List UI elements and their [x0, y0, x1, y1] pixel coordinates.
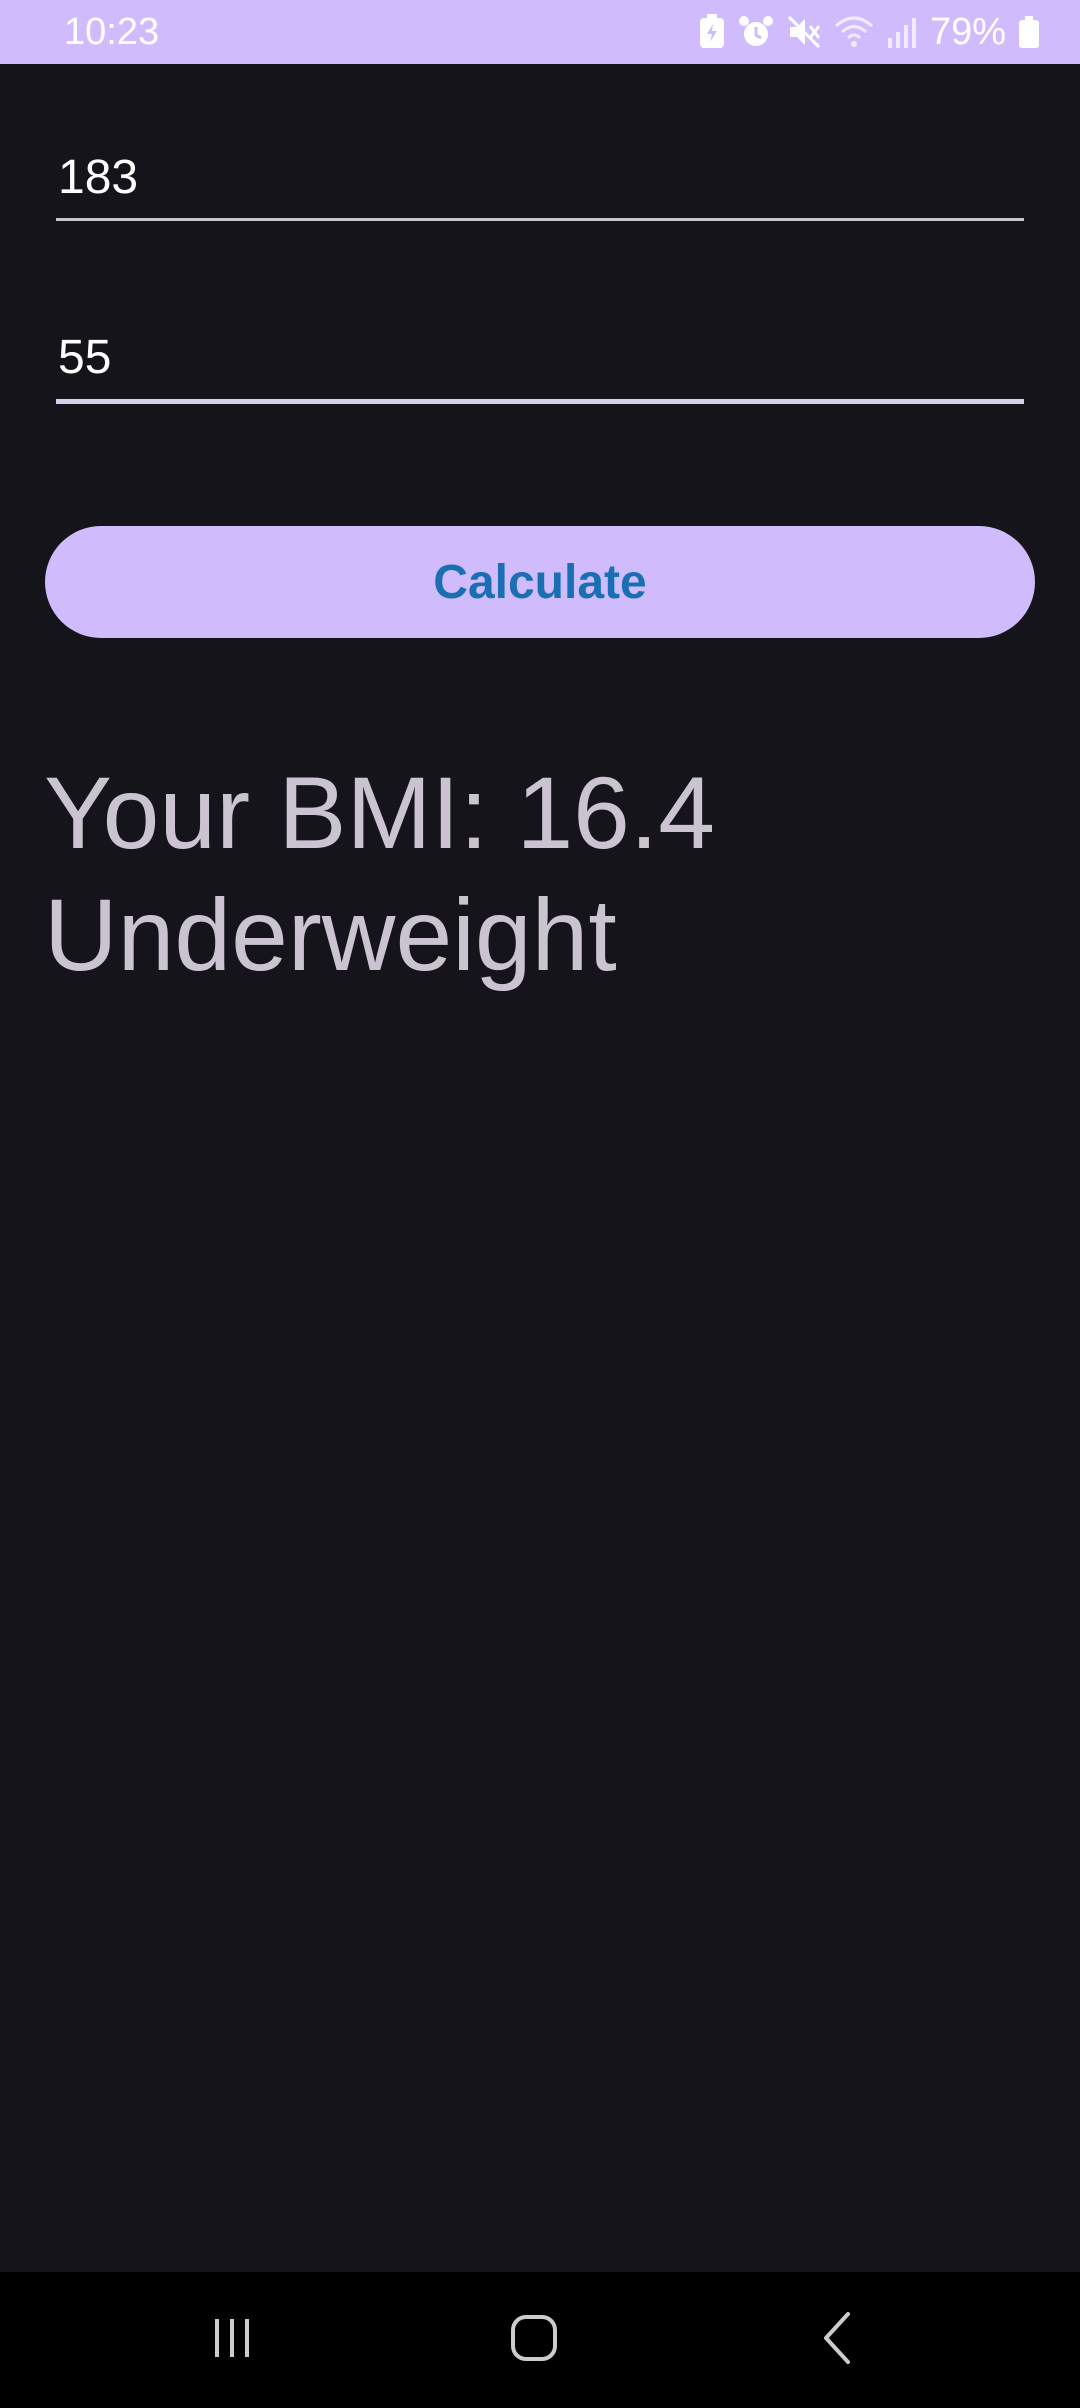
calculate-button[interactable]: Calculate — [45, 526, 1035, 638]
bmi-category-text: Underweight — [44, 878, 617, 992]
height-field[interactable]: 183 — [56, 140, 1024, 230]
weight-field-underline — [56, 399, 1024, 404]
alarm-icon — [738, 14, 774, 50]
weight-input-value[interactable]: 55 — [58, 330, 111, 386]
battery-icon — [1018, 14, 1040, 50]
recent-apps-icon — [207, 2313, 257, 2368]
status-bar: 10:23 79% — [0, 0, 1080, 64]
back-icon — [818, 2310, 858, 2371]
mute-icon — [786, 14, 822, 50]
battery-saver-icon — [698, 14, 726, 50]
bmi-value-text: Your BMI: 16.4 — [44, 756, 715, 870]
home-button[interactable] — [454, 2272, 614, 2408]
back-button[interactable] — [758, 2272, 918, 2408]
wifi-icon — [834, 14, 874, 50]
height-field-underline — [56, 218, 1024, 221]
status-time: 10:23 — [64, 11, 160, 53]
status-icons: 79% — [698, 8, 1040, 56]
recent-apps-button[interactable] — [152, 2272, 312, 2408]
battery-percent: 79% — [929, 11, 1006, 53]
signal-icon — [886, 14, 918, 50]
navigation-bar — [0, 2272, 1080, 2408]
screen: 10:23 79% 183 55 Calculate Your BMI: 16.… — [0, 0, 1080, 2408]
weight-field[interactable]: 55 — [56, 320, 1024, 410]
home-icon — [508, 2312, 560, 2369]
bmi-result: Your BMI: 16.4 Underweight — [44, 752, 1044, 996]
height-input-value[interactable]: 183 — [58, 150, 138, 206]
